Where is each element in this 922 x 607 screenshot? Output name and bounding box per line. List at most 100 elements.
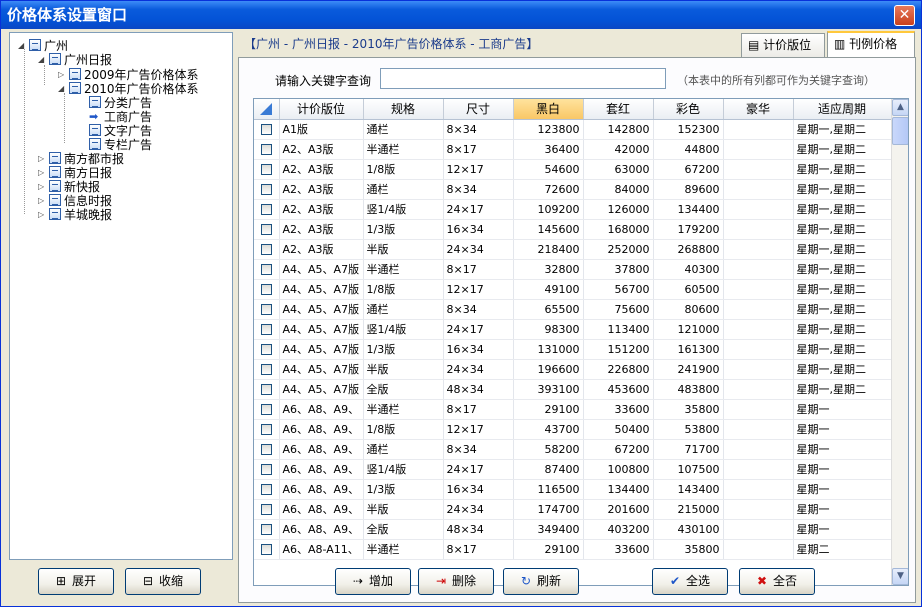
table-cell[interactable]: 60500 [653,279,724,300]
table-cell[interactable]: 星期一,星期二 [793,299,892,320]
table-row[interactable]: A2、A3版 竖1/4版 24×17 109200 126000 134400 星期一,星期… [254,199,892,220]
row-checkbox[interactable] [260,224,272,235]
table-cell[interactable]: 8×17 [443,399,514,420]
title-bar[interactable]: 价格体系设置窗口 ✕ [1,1,921,29]
tree-node-sub-1[interactable]: ➡ 工商广告 [87,110,152,124]
table-cell[interactable]: 1/3版 [363,219,444,240]
table-cell[interactable]: 196600 [513,359,584,380]
table-cell[interactable]: 48×34 [443,379,514,400]
row-checkbox[interactable] [260,144,272,155]
table-cell[interactable]: 35800 [653,539,724,560]
table-cell[interactable]: 半版 [363,359,444,380]
table-cell[interactable]: 152300 [653,119,724,140]
column-header[interactable]: 规格 [363,99,444,120]
table-cell[interactable]: 98300 [513,319,584,340]
table-cell[interactable]: 241900 [653,359,724,380]
collapse-button[interactable]: ⊟ 收缩 [125,568,201,595]
row-checkbox[interactable] [260,364,272,375]
tab-pricing-position[interactable]: ▤ 计价版位 [741,33,825,57]
column-header[interactable]: 彩色 [653,99,724,120]
tree-node-sub-0[interactable]: 分类广告 [87,96,152,110]
table-cell[interactable] [723,339,794,360]
table-cell[interactable]: 24×17 [443,459,514,480]
table-cell[interactable]: 151200 [583,339,654,360]
table-row[interactable]: A4、A5、A7版 半通栏 8×17 32800 37800 40300 星期一,星期二 [254,259,892,280]
table-row[interactable]: A6、A8、A9、 1/8版 12×17 43700 50400 53800 星期一 [254,419,892,440]
table-cell[interactable]: 116500 [513,479,584,500]
table-cell[interactable]: 268800 [653,239,724,260]
table-cell[interactable]: 24×17 [443,199,514,220]
table-cell[interactable]: 71700 [653,439,724,460]
row-checkbox[interactable] [260,544,272,555]
table-cell[interactable]: 12×17 [443,159,514,180]
table-row[interactable]: A4、A5、A7版 全版 48×34 393100 453600 483800 星期一,星期… [254,379,892,400]
table-cell[interactable]: 8×34 [443,439,514,460]
table-cell[interactable]: 37800 [583,259,654,280]
table-cell[interactable]: 393100 [513,379,584,400]
table-row[interactable]: A6、A8-A11、 半通栏 8×17 29100 33600 35800 星期二 [254,539,892,560]
expand-icon[interactable]: ▷ [38,208,47,222]
table-cell[interactable]: 53800 [653,419,724,440]
table-cell[interactable] [723,499,794,520]
column-header[interactable]: 尺寸 [443,99,514,120]
table-cell[interactable]: 168000 [583,219,654,240]
table-cell[interactable]: 65500 [513,299,584,320]
table-cell[interactable]: A4、A5、A7版 [279,259,364,280]
table-cell[interactable]: 竖1/4版 [363,319,444,340]
column-header[interactable]: 黑白 [513,99,584,120]
table-row[interactable]: A2、A3版 1/3版 16×34 145600 168000 179200 星期一,星期二 [254,219,892,240]
table-cell[interactable]: 48×34 [443,519,514,540]
table-cell[interactable]: 24×34 [443,499,514,520]
table-cell[interactable]: 星期一,星期二 [793,119,892,140]
table-cell[interactable]: 1/3版 [363,339,444,360]
add-button[interactable]: ⇢ 增加 [335,568,411,595]
table-cell[interactable]: 58200 [513,439,584,460]
table-row[interactable]: A6、A8、A9、 竖1/4版 24×17 87400 100800 107500 星期一 [254,459,892,480]
table-cell[interactable]: 12×17 [443,279,514,300]
table-cell[interactable]: 134400 [653,199,724,220]
select-all-button[interactable]: ✔ 全选 [652,568,728,595]
tree-node-other[interactable]: ▷ 南方都市报 [38,152,124,166]
table-cell[interactable]: A6、A8、A9、 [279,479,364,500]
table-cell[interactable]: 星期一,星期二 [793,219,892,240]
table-cell[interactable] [723,279,794,300]
table-cell[interactable]: 半版 [363,239,444,260]
table-cell[interactable] [723,179,794,200]
table-cell[interactable]: A2、A3版 [279,219,364,240]
table-row[interactable]: A1版 通栏 8×34 123800 142800 152300 星期一,星期二 [254,119,892,140]
table-cell[interactable]: 43700 [513,419,584,440]
table-cell[interactable]: 星期二 [793,539,892,560]
vertical-scrollbar[interactable]: ▲ ▼ [891,99,908,585]
table-cell[interactable]: 1/8版 [363,419,444,440]
table-cell[interactable]: 8×17 [443,539,514,560]
table-cell[interactable]: 54600 [513,159,584,180]
table-cell[interactable]: 半通栏 [363,539,444,560]
table-cell[interactable]: 109200 [513,199,584,220]
table-row[interactable]: A6、A8、A9、 半版 24×34 174700 201600 215000 星期一 [254,499,892,520]
table-cell[interactable]: 131000 [513,339,584,360]
table-cell[interactable]: 16×34 [443,339,514,360]
table-cell[interactable]: 29100 [513,399,584,420]
table-row[interactable]: A6、A8、A9、 半通栏 8×17 29100 33600 35800 星期一 [254,399,892,420]
table-cell[interactable]: 星期一,星期二 [793,239,892,260]
table-cell[interactable]: 42000 [583,139,654,160]
table-cell[interactable] [723,219,794,240]
table-cell[interactable]: 星期一 [793,399,892,420]
table-cell[interactable]: A4、A5、A7版 [279,359,364,380]
table-cell[interactable]: 100800 [583,459,654,480]
table-cell[interactable]: 215000 [653,499,724,520]
table-cell[interactable]: 80600 [653,299,724,320]
table-cell[interactable]: 179200 [653,219,724,240]
collapse-icon[interactable]: ◢ [38,53,47,67]
table-cell[interactable]: 49100 [513,279,584,300]
table-row[interactable]: A6、A8、A9、 1/3版 16×34 116500 134400 143400 星期一 [254,479,892,500]
table-cell[interactable]: 75600 [583,299,654,320]
table-cell[interactable]: 430100 [653,519,724,540]
table-cell[interactable]: 161300 [653,339,724,360]
table-cell[interactable]: 33600 [583,539,654,560]
table-cell[interactable]: 24×17 [443,319,514,340]
table-cell[interactable]: 星期一,星期二 [793,379,892,400]
table-cell[interactable]: A6、A8、A9、 [279,499,364,520]
tree-node-guangzhou[interactable]: ◢ 广州 [18,39,68,53]
tree-node-other[interactable]: ▷ 南方日报 [38,166,112,180]
